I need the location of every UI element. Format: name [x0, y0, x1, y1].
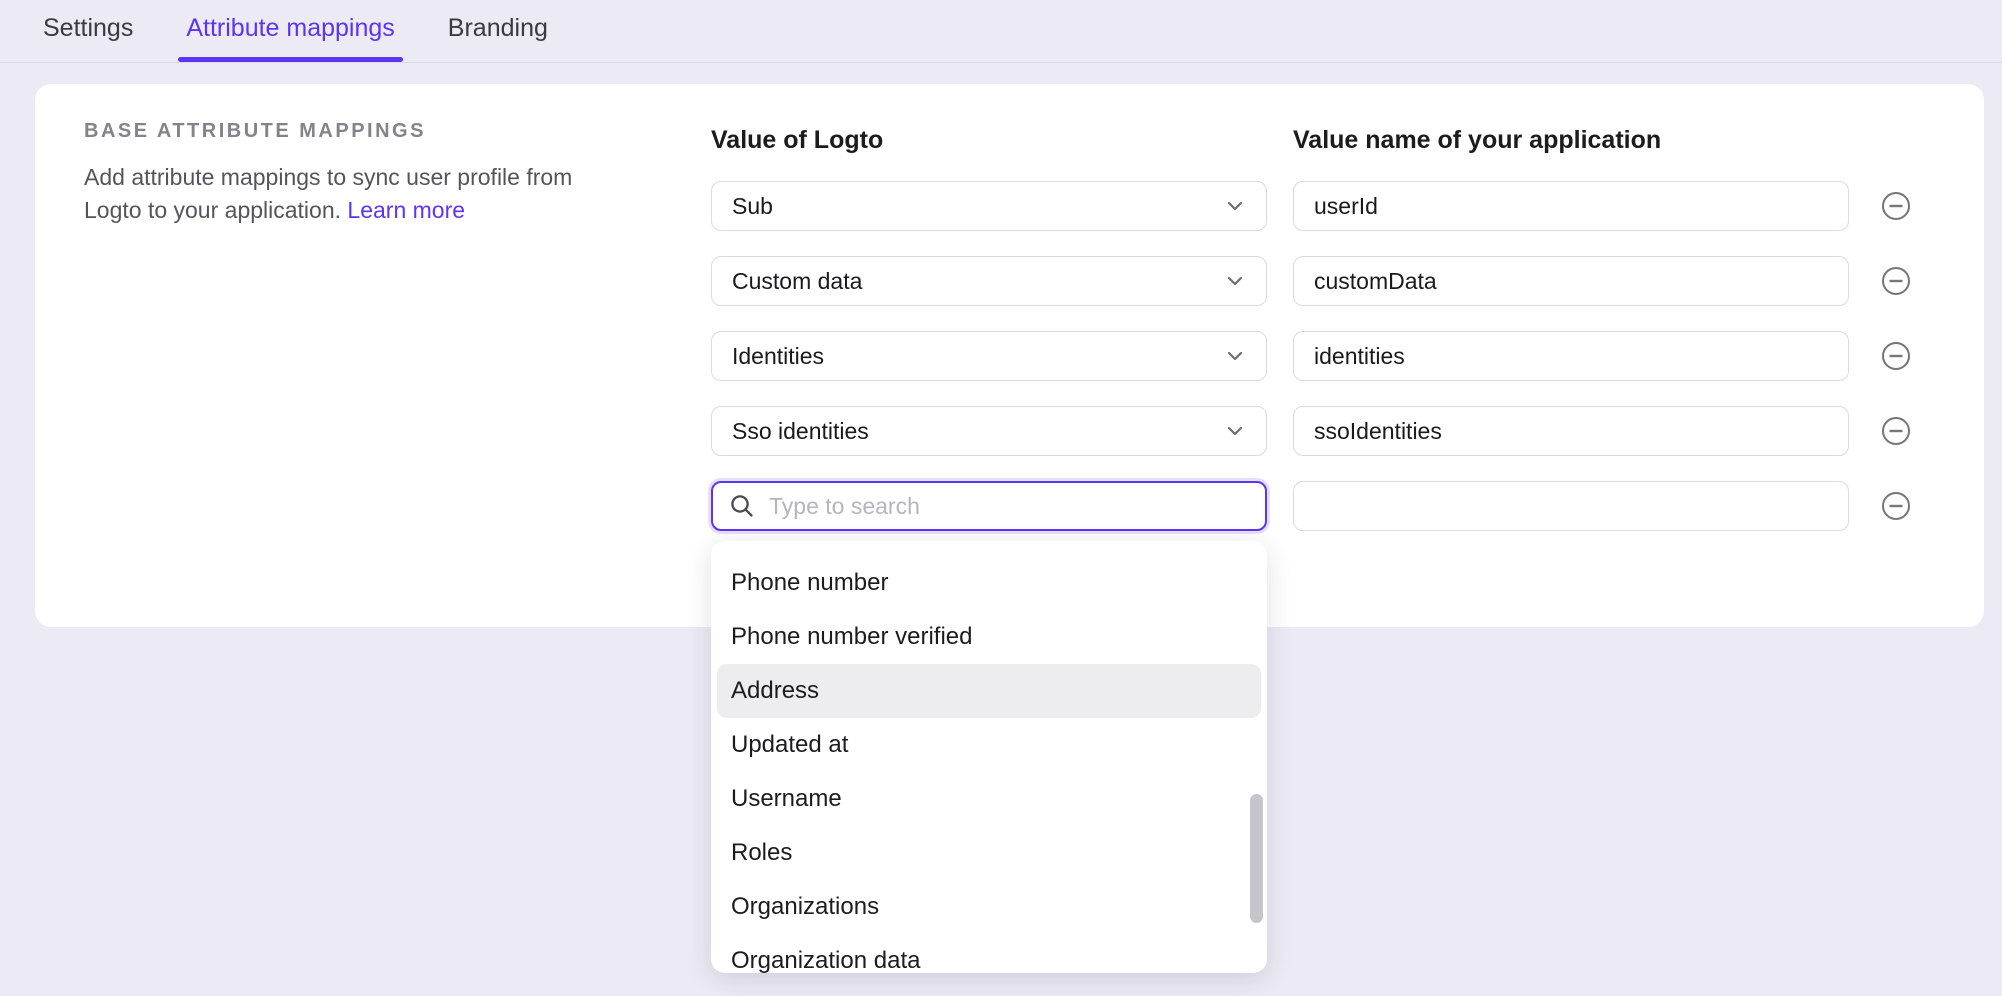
dropdown-option[interactable]: Organizations — [711, 880, 1267, 934]
learn-more-link[interactable]: Learn more — [347, 197, 465, 223]
remove-row-button[interactable] — [1881, 267, 1911, 297]
attribute-dropdown-menu: Phone number Phone number verified Addre… — [711, 541, 1267, 973]
dropdown-scrollbar[interactable] — [1250, 794, 1263, 923]
logto-value-select[interactable]: Custom data — [711, 256, 1267, 306]
tab-branding[interactable]: Branding — [440, 0, 556, 62]
logto-value-search-combobox[interactable] — [711, 481, 1267, 531]
search-input[interactable] — [769, 493, 1249, 520]
dropdown-option[interactable]: Organization data — [711, 934, 1267, 973]
app-value-input[interactable] — [1293, 406, 1849, 456]
remove-row-button[interactable] — [1881, 492, 1911, 522]
column-header-app-value: Value name of your application — [1293, 126, 1661, 155]
app-value-input[interactable] — [1293, 181, 1849, 231]
tab-attribute-mappings[interactable]: Attribute mappings — [178, 0, 402, 62]
remove-row-button[interactable] — [1881, 192, 1911, 222]
tab-bar: Settings Attribute mappings Branding — [0, 0, 2002, 63]
minus-circle-icon — [1881, 266, 1911, 299]
app-value-input[interactable] — [1293, 481, 1849, 531]
tab-settings[interactable]: Settings — [35, 0, 141, 62]
dropdown-option-highlighted[interactable]: Address — [717, 664, 1261, 718]
chevron-down-icon — [1224, 195, 1246, 217]
logto-value-select-label: Sso identities — [732, 418, 869, 445]
logto-value-select-label: Custom data — [732, 268, 862, 295]
search-icon — [729, 493, 756, 520]
minus-circle-icon — [1881, 191, 1911, 224]
chevron-down-icon — [1224, 420, 1246, 442]
section-description: Add attribute mappings to sync user prof… — [84, 161, 579, 227]
remove-row-button[interactable] — [1881, 342, 1911, 372]
section-info: BASE ATTRIBUTE MAPPINGS Add attribute ma… — [84, 120, 579, 227]
dropdown-option[interactable]: Phone number verified — [711, 610, 1267, 664]
logto-value-select-label: Identities — [732, 343, 824, 370]
minus-circle-icon — [1881, 491, 1911, 524]
minus-circle-icon — [1881, 341, 1911, 374]
minus-circle-icon — [1881, 416, 1911, 449]
logto-value-select[interactable]: Sso identities — [711, 406, 1267, 456]
logto-value-select[interactable]: Sub — [711, 181, 1267, 231]
logto-value-select-label: Sub — [732, 193, 773, 220]
remove-row-button[interactable] — [1881, 417, 1911, 447]
chevron-down-icon — [1224, 345, 1246, 367]
dropdown-option[interactable]: Roles — [711, 826, 1267, 880]
column-header-logto-value: Value of Logto — [711, 126, 883, 155]
dropdown-option[interactable]: Updated at — [711, 718, 1267, 772]
section-description-text: Add attribute mappings to sync user prof… — [84, 164, 572, 223]
dropdown-option[interactable]: Phone number — [711, 556, 1267, 610]
dropdown-option[interactable]: Username — [711, 772, 1267, 826]
section-title: BASE ATTRIBUTE MAPPINGS — [84, 120, 579, 143]
logto-value-select[interactable]: Identities — [711, 331, 1267, 381]
app-value-input[interactable] — [1293, 256, 1849, 306]
app-value-input[interactable] — [1293, 331, 1849, 381]
chevron-down-icon — [1224, 270, 1246, 292]
